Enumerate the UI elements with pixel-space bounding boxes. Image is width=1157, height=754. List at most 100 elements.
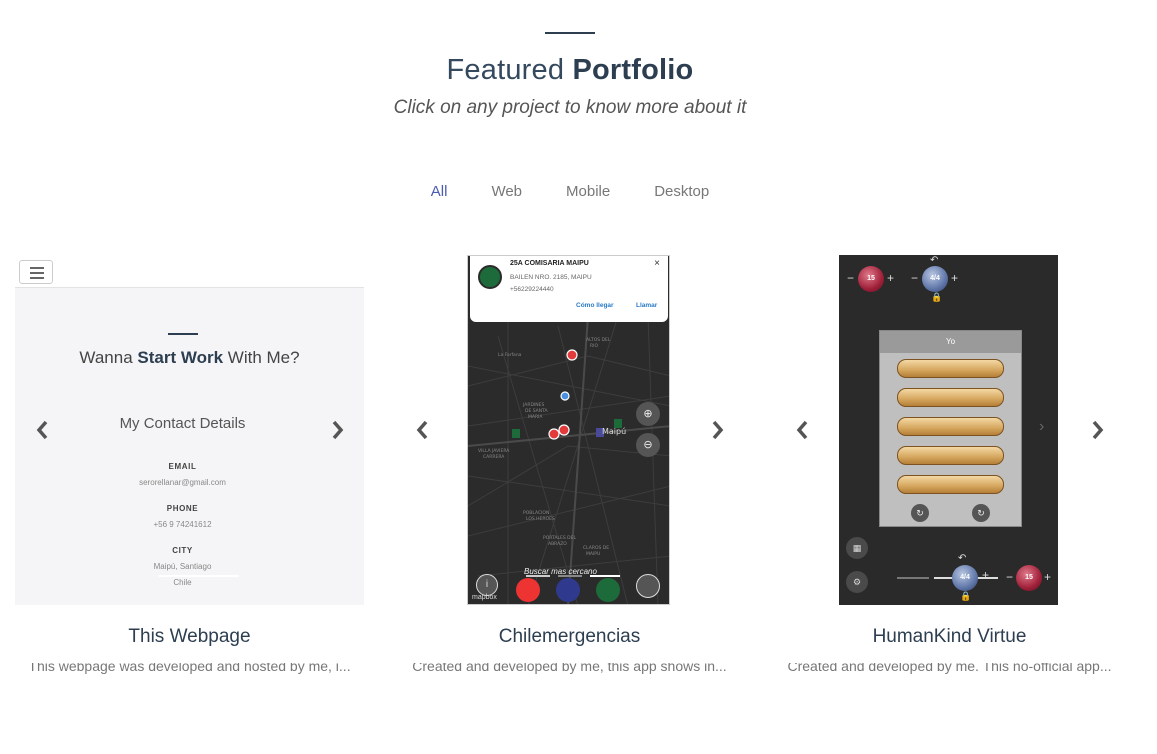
- place-phone: +56229224440: [510, 286, 554, 293]
- svg-text:ALTOS DEL: ALTOS DEL: [586, 337, 611, 343]
- chevron-right-icon[interactable]: ›: [1039, 418, 1044, 436]
- svg-text:Maipú: Maipú: [602, 427, 626, 436]
- webpage-prev-arrow[interactable]: [30, 418, 54, 442]
- virtue-bar[interactable]: [897, 417, 1004, 436]
- project-preview-humankind[interactable]: − 15 + − 4/4 + ↶ 🔒 Yo ↻ ↻ › ▦ ⚙ ↶ 4/4 + …: [839, 255, 1058, 605]
- virtue-bar[interactable]: [897, 359, 1004, 378]
- project-desc-humankind: Created and developed by me. This no-off…: [787, 663, 1112, 674]
- lock-icon[interactable]: 🔒: [960, 591, 971, 602]
- place-address: BAILEN NRO. 2185, MAIPU: [510, 274, 592, 281]
- humankind-next-arrow[interactable]: [1086, 418, 1110, 442]
- svg-text:CARRERA: CARRERA: [483, 454, 505, 460]
- rotate-icon[interactable]: ↻: [911, 504, 929, 522]
- svg-text:RIO: RIO: [590, 343, 598, 349]
- minus-icon[interactable]: −: [911, 271, 918, 285]
- close-icon[interactable]: ×: [654, 258, 660, 269]
- filter-web[interactable]: Web: [491, 183, 522, 200]
- svg-text:POBLACION: POBLACION: [523, 510, 549, 516]
- search-nearest-hint: Buscar mas cercano: [524, 567, 597, 576]
- project-preview-webpage[interactable]: Wanna Start Work With Me? My Contact Det…: [15, 255, 364, 605]
- svg-text:LOS HEROES: LOS HEROES: [526, 516, 555, 522]
- chevron-right-icon: [712, 420, 724, 440]
- section-title: Featured Portfolio: [446, 54, 694, 86]
- board-title: Yo: [880, 331, 1021, 353]
- svg-text:La Farfana: La Farfana: [498, 352, 522, 358]
- virtue-bar[interactable]: [897, 388, 1004, 407]
- gear-icon[interactable]: ⚙: [846, 571, 868, 593]
- webpage-next-arrow[interactable]: [326, 418, 350, 442]
- preview-heading: Wanna Start Work With Me?: [79, 348, 300, 367]
- mana-orb: 4/4: [922, 266, 948, 292]
- preview-country-value: Chile: [173, 578, 192, 587]
- project-title-humankind[interactable]: HumanKind Virtue: [775, 626, 1124, 648]
- chilemergencias-next-arrow[interactable]: [706, 418, 730, 442]
- rotate-icon[interactable]: ↻: [972, 504, 990, 522]
- call-link[interactable]: Llamar: [636, 302, 657, 309]
- mana-orb: 4/4: [952, 565, 978, 591]
- dice-icon[interactable]: ▦: [846, 537, 868, 559]
- ambulance-icon[interactable]: [516, 578, 540, 602]
- humankind-prev-arrow[interactable]: [790, 418, 814, 442]
- svg-text:MARIA: MARIA: [528, 414, 543, 420]
- virtue-bar[interactable]: [897, 475, 1004, 494]
- plus-icon[interactable]: +: [951, 271, 958, 285]
- preview-phone-value: +56 9 74241612: [153, 520, 212, 529]
- svg-text:DE SANTA: DE SANTA: [525, 408, 549, 414]
- preview-phone-label: PHONE: [166, 504, 199, 513]
- preview-email-label: EMAIL: [168, 462, 197, 471]
- chevron-right-icon: [1092, 420, 1104, 440]
- svg-text:VILLA JAVIERA: VILLA JAVIERA: [478, 448, 510, 454]
- svg-text:CLAROS DE: CLAROS DE: [583, 545, 609, 551]
- filter-all[interactable]: All: [431, 183, 448, 200]
- title-divider: [545, 32, 595, 34]
- project-desc-chilemergencias: Created and developed by me, this app sh…: [412, 663, 727, 674]
- plus-icon[interactable]: +: [1044, 570, 1051, 584]
- zoom-in-icon[interactable]: ⊕: [636, 402, 660, 426]
- info-icon[interactable]: i: [476, 574, 498, 596]
- minus-icon[interactable]: −: [847, 271, 854, 285]
- project-title-chilemergencias[interactable]: Chilemergencias: [395, 626, 744, 648]
- portfolio-filters: All Web Mobile Desktop: [0, 183, 1140, 200]
- plus-icon[interactable]: +: [887, 271, 894, 285]
- plus-icon[interactable]: +: [982, 568, 989, 582]
- minus-icon[interactable]: −: [1006, 570, 1013, 584]
- life-orb: 15: [858, 266, 884, 292]
- zoom-out-icon[interactable]: ⊖: [636, 433, 660, 457]
- preview-underline: [159, 575, 239, 577]
- firefighter-icon[interactable]: [556, 578, 580, 602]
- svg-text:MAIPU: MAIPU: [586, 551, 600, 557]
- preview-navbar: [15, 255, 364, 288]
- chilemergencias-prev-arrow[interactable]: [410, 418, 434, 442]
- life-orb: 15: [1016, 565, 1042, 591]
- svg-text:JARDINES: JARDINES: [522, 402, 544, 408]
- undo-icon[interactable]: ↶: [958, 553, 966, 564]
- police-badge-icon: [478, 265, 502, 289]
- project-preview-chilemergencias[interactable]: La Farfana ALTOS DEL RIO JARDINES DE SANTA…: [467, 255, 670, 605]
- mapbox-attribution: mapbox: [472, 594, 497, 601]
- preview-email-value: serorellanar@gmail.com: [139, 478, 226, 487]
- player-board: Yo ↻ ↻: [879, 330, 1022, 527]
- preview-contact-title: My Contact Details: [119, 415, 246, 432]
- lock-icon[interactable]: 🔒: [931, 292, 942, 303]
- directions-link[interactable]: Cómo llegar: [576, 302, 614, 309]
- filter-desktop[interactable]: Desktop: [654, 183, 709, 200]
- hamburger-menu-icon: [19, 260, 53, 284]
- chevron-left-icon: [416, 420, 428, 440]
- project-title-webpage[interactable]: This Webpage: [15, 626, 364, 648]
- project-desc-webpage: This webpage was developed and hosted by…: [28, 663, 351, 674]
- preview-divider: [168, 333, 198, 335]
- place-name: 25A COMISARIA MAIPU: [510, 260, 589, 267]
- chevron-left-icon: [36, 420, 48, 440]
- locate-icon[interactable]: [636, 574, 660, 598]
- preview-city-value: Maipú, Santiago: [153, 562, 212, 571]
- filter-mobile[interactable]: Mobile: [566, 183, 610, 200]
- place-info-window[interactable]: 25A COMISARIA MAIPU BAILEN NRO. 2185, MA…: [470, 256, 668, 322]
- virtue-bar[interactable]: [897, 446, 1004, 465]
- chevron-right-icon: [332, 420, 344, 440]
- chevron-left-icon: [796, 420, 808, 440]
- undo-icon[interactable]: ↶: [930, 255, 938, 266]
- police-icon[interactable]: [596, 578, 620, 602]
- svg-text:PORTALES DEL: PORTALES DEL: [543, 535, 576, 541]
- section-subtitle: Click on any project to know more about …: [393, 97, 747, 118]
- preview-city-label: CITY: [172, 546, 193, 555]
